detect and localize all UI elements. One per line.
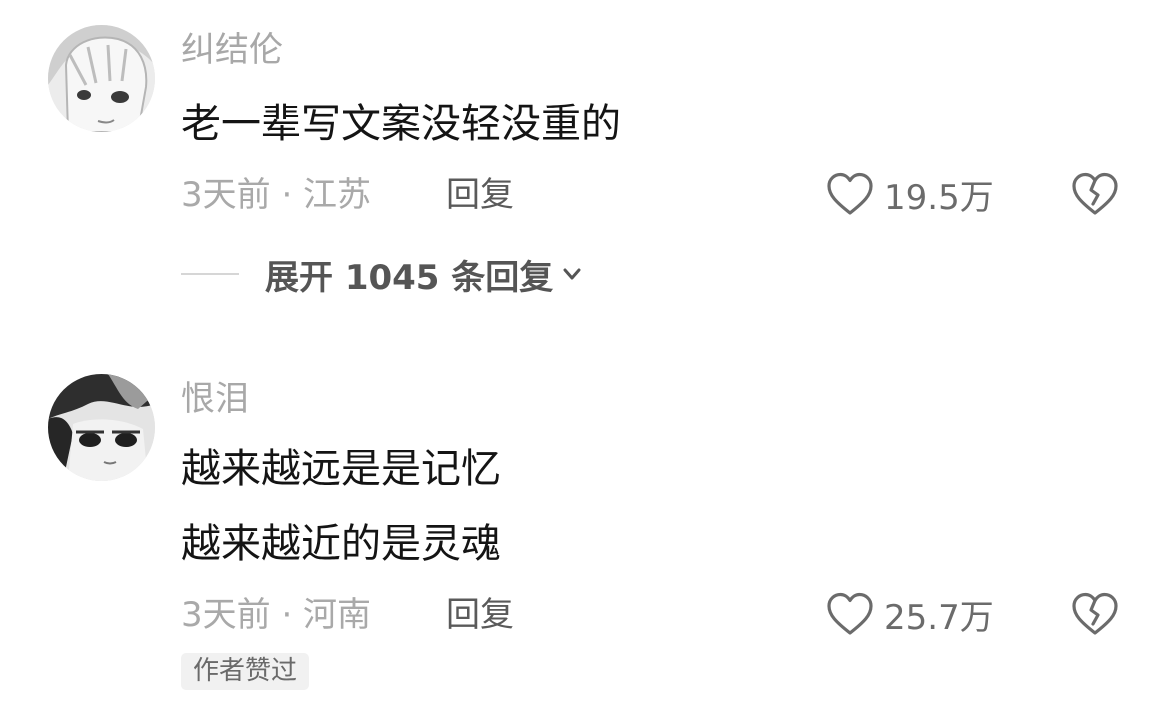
divider <box>181 273 239 275</box>
reply-button[interactable]: 回复 <box>446 175 514 215</box>
comment-text: 越来越远是是记忆 <box>181 446 501 492</box>
dislike-button[interactable] <box>1071 170 1119 218</box>
broken-heart-icon <box>1072 592 1118 635</box>
comment-meta: 3天前 · 河南 <box>181 595 372 635</box>
reply-button[interactable]: 回复 <box>446 595 514 635</box>
dislike-button[interactable] <box>1071 590 1119 638</box>
author-liked-badge: 作者赞过 <box>181 653 310 690</box>
heart-icon <box>827 172 873 215</box>
user-avatar[interactable] <box>48 25 155 132</box>
username[interactable]: 纠结伦 <box>181 30 283 70</box>
username[interactable]: 恨泪 <box>181 379 249 419</box>
chevron-down-icon <box>563 268 581 280</box>
like-count: 25.7万 <box>884 597 994 638</box>
broken-heart-icon <box>1072 172 1118 215</box>
heart-icon <box>827 592 873 635</box>
expand-replies-button[interactable]: 展开 1045 条回复 <box>181 252 583 298</box>
comment-text: 越来越近的是灵魂 <box>181 521 501 567</box>
like-button[interactable]: 19.5万 <box>826 170 994 218</box>
expand-replies-label: 展开 1045 条回复 <box>265 257 554 298</box>
comment-text: 老一辈写文案没轻没重的 <box>181 101 621 147</box>
anime-girl-avatar-icon <box>48 25 155 132</box>
comment-meta: 3天前 · 江苏 <box>181 175 372 215</box>
anime-boy-avatar-icon <box>48 374 155 481</box>
like-count: 19.5万 <box>884 177 994 218</box>
user-avatar[interactable] <box>48 374 155 481</box>
like-button[interactable]: 25.7万 <box>826 590 994 638</box>
